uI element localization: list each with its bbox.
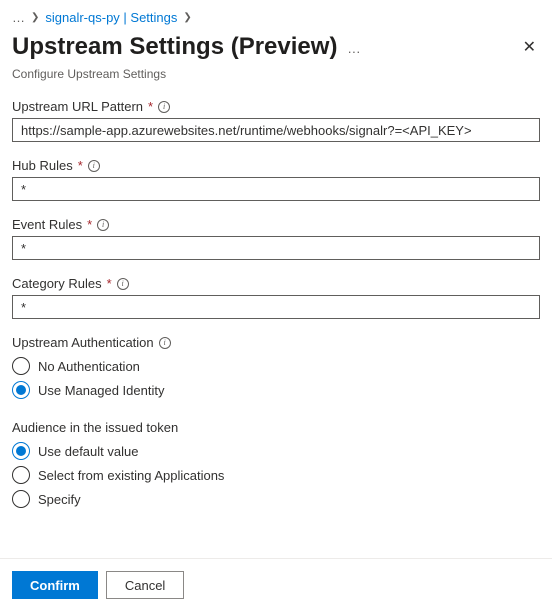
radio-audience-existing[interactable]: Select from existing Applications (12, 463, 540, 487)
required-asterisk: * (107, 276, 112, 291)
category-rules-label: Category Rules * i (12, 276, 540, 291)
radio-icon (12, 442, 30, 460)
radio-label: Use Managed Identity (38, 383, 164, 398)
radio-icon (12, 490, 30, 508)
category-rules-input[interactable] (12, 295, 540, 319)
breadcrumb-link[interactable]: signalr-qs-py | Settings (45, 10, 177, 25)
radio-icon (12, 381, 30, 399)
breadcrumb: … ❯ signalr-qs-py | Settings ❯ (0, 0, 552, 29)
info-icon[interactable]: i (88, 160, 100, 172)
panel-header: Upstream Settings (Preview) ··· ✕ (0, 29, 552, 67)
page-subtitle: Configure Upstream Settings (0, 67, 552, 99)
info-icon[interactable]: i (97, 219, 109, 231)
radio-label: Select from existing Applications (38, 468, 224, 483)
cancel-button[interactable]: Cancel (106, 571, 184, 599)
page-title: Upstream Settings (Preview) (12, 33, 337, 61)
radio-label: Specify (38, 492, 81, 507)
hub-rules-label: Hub Rules * i (12, 158, 540, 173)
info-icon[interactable]: i (159, 337, 171, 349)
confirm-button[interactable]: Confirm (12, 571, 98, 599)
required-asterisk: * (78, 158, 83, 173)
radio-label: Use default value (38, 444, 138, 459)
event-rules-input[interactable] (12, 236, 540, 260)
breadcrumb-ellipsis-icon[interactable]: … (12, 10, 25, 25)
event-rules-label: Event Rules * i (12, 217, 540, 232)
footer: Confirm Cancel (0, 558, 552, 611)
audience-radio-group: Use default value Select from existing A… (12, 439, 540, 511)
required-asterisk: * (87, 217, 92, 232)
url-pattern-label: Upstream URL Pattern * i (12, 99, 540, 114)
hub-rules-input[interactable] (12, 177, 540, 201)
radio-managed-identity[interactable]: Use Managed Identity (12, 378, 540, 402)
radio-audience-default[interactable]: Use default value (12, 439, 540, 463)
more-icon[interactable]: ··· (347, 44, 360, 59)
audience-label: Audience in the issued token (12, 420, 540, 435)
info-icon[interactable]: i (158, 101, 170, 113)
chevron-right-icon: ❯ (31, 12, 39, 23)
radio-audience-specify[interactable]: Specify (12, 487, 540, 511)
auth-label: Upstream Authentication i (12, 335, 540, 350)
chevron-right-icon: ❯ (183, 12, 191, 23)
radio-icon (12, 357, 30, 375)
radio-no-auth[interactable]: No Authentication (12, 354, 540, 378)
url-pattern-input[interactable] (12, 118, 540, 142)
info-icon[interactable]: i (117, 278, 129, 290)
close-icon[interactable]: ✕ (519, 33, 540, 61)
radio-label: No Authentication (38, 359, 140, 374)
required-asterisk: * (148, 99, 153, 114)
radio-icon (12, 466, 30, 484)
auth-radio-group: No Authentication Use Managed Identity (12, 354, 540, 402)
